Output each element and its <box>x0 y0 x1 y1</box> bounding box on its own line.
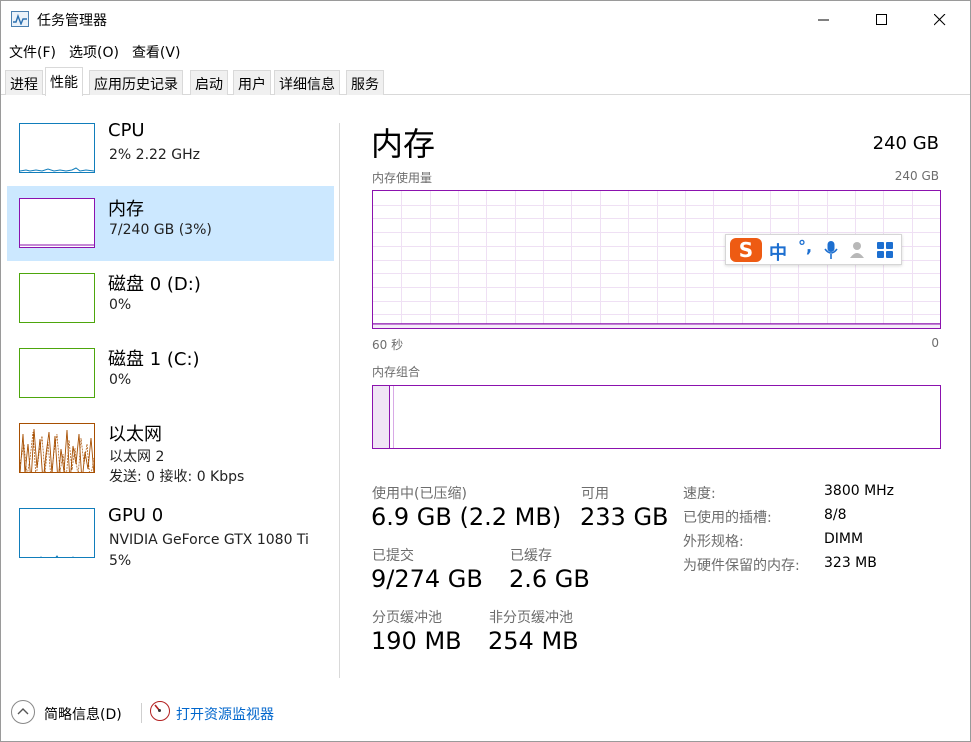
ime-punctuation-toggle[interactable]: °, <box>798 237 812 256</box>
nonpaged-pool-label: 非分页缓冲池 <box>489 610 573 626</box>
in-use-value: 6.9 GB (2.2 MB) <box>371 503 562 531</box>
memory-thumbnail-graph <box>19 198 95 248</box>
available-label: 可用 <box>581 486 609 502</box>
maximize-button[interactable] <box>853 1 911 39</box>
tab-app-history[interactable]: 应用历史记录 <box>89 70 183 95</box>
tab-strip: 进程 性能 应用历史记录 启动 用户 详细信息 服务 <box>1 67 970 96</box>
tab-services[interactable]: 服务 <box>346 70 384 95</box>
committed-value: 9/274 GB <box>371 565 483 593</box>
ethernet-thumbnail-graph <box>19 423 95 473</box>
hardware-reserved-label: 为硬件保留的内存: <box>683 558 800 574</box>
disk-0-thumbnail-graph <box>19 273 95 323</box>
sidebar-subtitle: 0% <box>109 372 132 388</box>
time-axis-end: 0 <box>931 336 939 350</box>
fewer-details-button[interactable]: 简略信息(D) <box>44 704 122 724</box>
panel-title: 内存 <box>371 125 436 163</box>
sidebar-item-cpu[interactable]: CPU 2% 2.22 GHz <box>7 111 334 186</box>
committed-label: 已提交 <box>372 548 414 564</box>
open-resource-monitor-link[interactable]: 打开资源监视器 <box>176 704 274 724</box>
sidebar-subtitle: 7/240 GB (3%) <box>109 222 212 238</box>
sidebar-item-disk-1[interactable]: 磁盘 1 (C:) 0% <box>7 336 334 411</box>
sidebar-title: CPU <box>108 120 145 141</box>
sidebar-subtitle: 以太网 2 <box>109 449 165 465</box>
sidebar-subtitle: NVIDIA GeForce GTX 1080 Ti <box>109 532 309 548</box>
slots-value: 8/8 <box>824 507 847 523</box>
microphone-icon[interactable] <box>824 240 838 264</box>
collapse-chevron-icon[interactable] <box>11 700 35 724</box>
tab-performance[interactable]: 性能 <box>45 67 83 96</box>
task-manager-icon <box>11 11 29 27</box>
sidebar-subtitle: 2% 2.22 GHz <box>109 147 201 163</box>
paged-pool-label: 分页缓冲池 <box>372 610 442 626</box>
usage-graph-label: 内存使用量 <box>372 171 433 185</box>
speed-value: 3800 MHz <box>824 483 895 499</box>
sidebar-item-memory[interactable]: 内存 7/240 GB (3%) <box>7 186 334 261</box>
usage-area <box>373 323 940 328</box>
slots-label: 已使用的插槽: <box>683 510 772 526</box>
form-factor-value: DIMM <box>824 531 864 547</box>
panel-divider[interactable] <box>339 123 340 678</box>
hardware-reserved-value: 323 MB <box>824 555 877 571</box>
ime-toolbar[interactable]: S 中 °, <box>725 234 902 265</box>
composition-in-use-segment <box>373 386 390 448</box>
composition-label: 内存组合 <box>372 365 421 379</box>
form-factor-label: 外形规格: <box>683 534 744 550</box>
available-value: 233 GB <box>580 503 669 531</box>
window-title: 任务管理器 <box>37 13 107 29</box>
sidebar-title: 磁盘 1 (C:) <box>108 349 200 370</box>
memory-composition-bar <box>372 385 941 449</box>
menu-options[interactable]: 选项(O) <box>61 39 124 63</box>
sidebar-subtitle: 0% <box>109 297 132 313</box>
sidebar-title: 以太网 <box>108 424 162 445</box>
paged-pool-value: 190 MB <box>371 627 462 655</box>
total-capacity: 240 GB <box>872 133 939 154</box>
time-axis-start: 60 秒 <box>372 338 404 352</box>
minimize-icon <box>818 19 829 21</box>
close-button[interactable] <box>911 1 969 39</box>
gpu-thumbnail-graph <box>19 508 95 558</box>
resource-monitor-icon <box>150 701 170 721</box>
tab-startup[interactable]: 启动 <box>190 70 228 95</box>
minimize-button[interactable] <box>795 1 853 39</box>
menu-file[interactable]: 文件(F) <box>1 39 61 63</box>
sidebar-item-ethernet[interactable]: 以太网 以太网 2 发送: 0 接收: 0 Kbps <box>7 411 334 486</box>
tab-processes[interactable]: 进程 <box>5 70 43 95</box>
user-icon[interactable] <box>849 241 867 263</box>
sidebar-detail: 5% <box>109 553 132 569</box>
sogou-logo-icon[interactable]: S <box>730 238 762 262</box>
in-use-label: 使用中(已压缩) <box>372 486 467 502</box>
sidebar-item-gpu-0[interactable]: GPU 0 NVIDIA GeForce GTX 1080 Ti 5% <box>7 496 334 571</box>
cpu-thumbnail-graph <box>19 123 95 173</box>
maximize-icon <box>876 14 887 25</box>
speed-label: 速度: <box>683 486 716 502</box>
disk-1-thumbnail-graph <box>19 348 95 398</box>
ime-mode-toggle[interactable]: 中 <box>769 239 787 265</box>
sidebar-title: 磁盘 0 (D:) <box>108 274 201 295</box>
close-icon <box>934 14 946 26</box>
menu-view[interactable]: 查看(V) <box>124 39 186 63</box>
sidebar-detail: 发送: 0 接收: 0 Kbps <box>109 469 245 485</box>
footer-divider <box>141 703 142 723</box>
tab-users[interactable]: 用户 <box>233 70 271 95</box>
task-manager-window: 任务管理器 文件(F) 选项(O) 查看(V) 进程 性能 应用历史记录 启动 … <box>0 0 971 742</box>
sidebar-title: GPU 0 <box>108 505 164 526</box>
cached-label: 已缓存 <box>510 548 552 564</box>
toolbox-grid-icon[interactable] <box>877 242 895 264</box>
menu-bar: 文件(F) 选项(O) 查看(V) <box>1 39 185 63</box>
tab-details[interactable]: 详细信息 <box>274 70 340 95</box>
usage-graph-max: 240 GB <box>894 169 939 183</box>
sidebar-title: 内存 <box>108 199 144 220</box>
title-bar[interactable]: 任务管理器 <box>1 1 970 39</box>
nonpaged-pool-value: 254 MB <box>488 627 579 655</box>
sidebar-item-disk-0[interactable]: 磁盘 0 (D:) 0% <box>7 261 334 336</box>
cached-value: 2.6 GB <box>509 565 590 593</box>
composition-modified-segment <box>391 386 394 448</box>
